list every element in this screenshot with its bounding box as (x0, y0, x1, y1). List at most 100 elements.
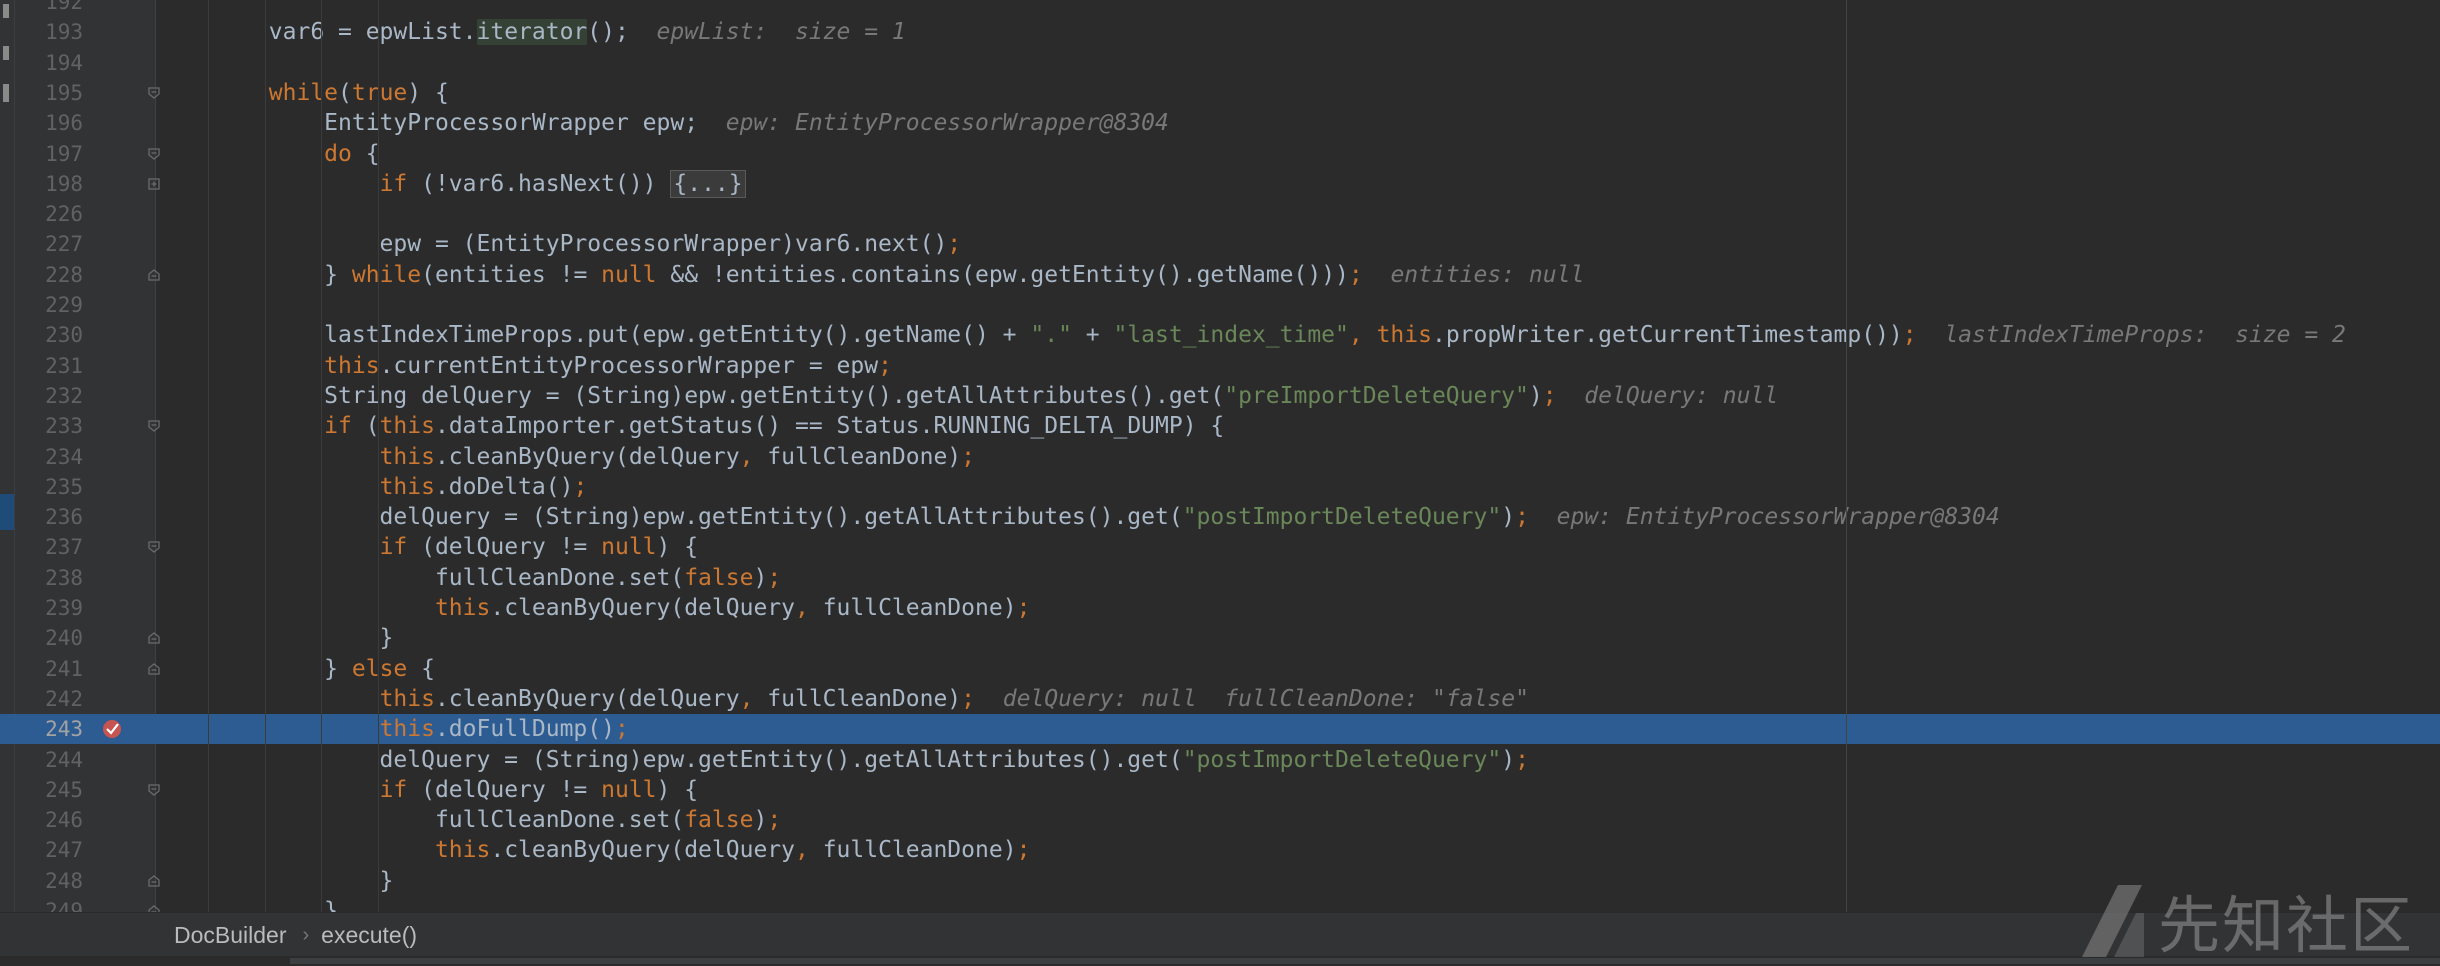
breakpoint-icon[interactable] (101, 718, 123, 740)
line-number[interactable]: 234 (15, 442, 83, 472)
code-text[interactable]: if (delQuery != null) { (158, 775, 699, 805)
code-line[interactable]: 192 (0, 0, 2440, 17)
code-line[interactable]: 229 (0, 290, 2440, 320)
code-line[interactable]: 247 this.cleanByQuery(delQuery, fullClea… (0, 835, 2440, 865)
horizontal-scrollbar[interactable] (0, 956, 2440, 966)
code-text[interactable]: } else { (158, 654, 435, 684)
code-line[interactable]: 233 if (this.dataImporter.getStatus() ==… (0, 411, 2440, 441)
line-number[interactable]: 240 (15, 623, 83, 653)
code-text[interactable]: if (delQuery != null) { (158, 532, 699, 562)
code-text[interactable]: while(true) { (158, 78, 449, 108)
code-text[interactable]: this.cleanByQuery(delQuery, fullCleanDon… (158, 442, 975, 472)
line-number[interactable]: 194 (15, 48, 83, 78)
line-number[interactable]: 248 (15, 866, 83, 896)
line-number[interactable]: 239 (15, 593, 83, 623)
code-text[interactable]: fullCleanDone.set(false); (158, 805, 781, 835)
code-text[interactable]: fullCleanDone.set(false); (158, 563, 781, 593)
code-line[interactable]: 242 this.cleanByQuery(delQuery, fullClea… (0, 684, 2440, 714)
code-line[interactable]: 196 EntityProcessorWrapper epw; epw: Ent… (0, 108, 2440, 138)
line-number[interactable]: 226 (15, 199, 83, 229)
line-number[interactable]: 230 (15, 320, 83, 350)
line-number[interactable]: 193 (15, 17, 83, 47)
code-line[interactable]: 240 } (0, 623, 2440, 653)
code-line[interactable]: 235 this.doDelta(); (0, 472, 2440, 502)
line-number[interactable]: 231 (15, 351, 83, 381)
line-number[interactable]: 192 (15, 0, 83, 17)
code-line[interactable]: 245 if (delQuery != null) { (0, 775, 2440, 805)
line-number[interactable]: 232 (15, 381, 83, 411)
code-text[interactable]: } (158, 866, 394, 896)
line-number[interactable]: 237 (15, 532, 83, 562)
code-text[interactable]: String delQuery = (String)epw.getEntity(… (158, 381, 1778, 411)
code-text[interactable]: delQuery = (String)epw.getEntity().getAl… (158, 745, 1529, 775)
line-number[interactable]: 229 (15, 290, 83, 320)
code-text[interactable]: } (158, 896, 338, 912)
line-number[interactable]: 198 (15, 169, 83, 199)
code-token: (delQuery != (407, 776, 602, 803)
code-line[interactable]: 230 lastIndexTimeProps.put(epw.getEntity… (0, 320, 2440, 350)
line-number[interactable]: 244 (15, 745, 83, 775)
code-editor[interactable]: 192 193 var6 = epwList.iterator(); epwLis… (0, 0, 2440, 912)
current-execution-line[interactable]: 243 this.doFullDump(); (0, 714, 2440, 745)
line-number[interactable]: 196 (15, 108, 83, 138)
code-token: fullCleanDone) (767, 443, 962, 470)
line-number[interactable]: 233 (15, 411, 83, 441)
code-text[interactable]: EntityProcessorWrapper epw; epw: EntityP… (158, 108, 1169, 138)
line-number[interactable]: 249 (15, 896, 83, 912)
line-number[interactable]: 235 (15, 472, 83, 502)
code-line[interactable]: 232 String delQuery = (String)epw.getEnt… (0, 381, 2440, 411)
code-line[interactable]: 237 if (delQuery != null) { (0, 532, 2440, 562)
line-number[interactable]: 246 (15, 805, 83, 835)
code-line[interactable]: 231 this.currentEntityProcessorWrapper =… (0, 351, 2440, 381)
breadcrumb-class[interactable]: DocBuilder (174, 913, 287, 957)
code-text[interactable]: this.cleanByQuery(delQuery, fullCleanDon… (158, 835, 1030, 865)
code-text[interactable]: this.cleanByQuery(delQuery, fullCleanDon… (158, 684, 1529, 714)
code-text[interactable]: var6 = epwList.iterator(); epwList: size… (158, 17, 906, 47)
code-text[interactable]: do { (158, 139, 379, 169)
code-text[interactable]: this.cleanByQuery(delQuery, fullCleanDon… (158, 593, 1030, 623)
code-line[interactable]: 249 } (0, 896, 2440, 912)
code-line[interactable]: 246 fullCleanDone.set(false); (0, 805, 2440, 835)
code-text[interactable]: lastIndexTimeProps.put(epw.getEntity().g… (158, 320, 2346, 350)
code-line[interactable]: 193 var6 = epwList.iterator(); epwList: … (0, 17, 2440, 47)
line-number[interactable]: 228 (15, 260, 83, 290)
inline-debug-value: epw: EntityProcessorWrapper@8304 (725, 110, 1169, 137)
code-line[interactable]: 238 fullCleanDone.set(false); (0, 563, 2440, 593)
code-line[interactable]: 228 } while(entities != null && !entitie… (0, 260, 2440, 290)
code-text[interactable]: this.doFullDump(); (158, 714, 629, 744)
code-line[interactable]: 194 (0, 48, 2440, 78)
line-number[interactable]: 241 (15, 654, 83, 684)
code-text[interactable]: if (this.dataImporter.getStatus() == Sta… (158, 411, 1224, 441)
line-number[interactable]: 247 (15, 835, 83, 865)
code-text[interactable]: this.doDelta(); (158, 472, 588, 502)
code-text[interactable]: epw = (EntityProcessorWrapper)var6.next(… (158, 229, 962, 259)
code-line[interactable]: 226 (0, 199, 2440, 229)
code-line[interactable]: 234 this.cleanByQuery(delQuery, fullClea… (0, 442, 2440, 472)
code-line[interactable]: 239 this.cleanByQuery(delQuery, fullClea… (0, 593, 2440, 623)
code-text[interactable]: } while(entities != null && !entities.co… (158, 260, 1584, 290)
line-number[interactable]: 238 (15, 563, 83, 593)
breadcrumb-method[interactable]: execute() (321, 913, 417, 957)
code-token: } (158, 261, 352, 288)
line-number[interactable]: 227 (15, 229, 83, 259)
code-text[interactable]: } (158, 623, 394, 653)
code-line[interactable]: 248 } (0, 866, 2440, 896)
code-line[interactable]: 198 if (!var6.hasNext()) {...} (0, 169, 2440, 199)
code-text[interactable]: delQuery = (String)epw.getEntity().getAl… (158, 502, 2000, 532)
code-token: delQuery = (String)epw.getEntity().getAl… (158, 746, 1183, 773)
line-number[interactable]: 197 (15, 139, 83, 169)
line-number[interactable]: 245 (15, 775, 83, 805)
folded-code-region[interactable]: {...} (670, 169, 746, 198)
code-line[interactable]: 241 } else { (0, 654, 2440, 684)
code-line[interactable]: 195 while(true) { (0, 78, 2440, 108)
line-number[interactable]: 242 (15, 684, 83, 714)
line-number[interactable]: 195 (15, 78, 83, 108)
code-line[interactable]: 227 epw = (EntityProcessorWrapper)var6.n… (0, 229, 2440, 259)
code-text[interactable]: if (!var6.hasNext()) {...} (158, 169, 746, 199)
code-line[interactable]: 236 delQuery = (String)epw.getEntity().g… (0, 502, 2440, 532)
line-number[interactable]: 236 (15, 502, 83, 532)
code-text[interactable]: this.currentEntityProcessorWrapper = epw… (158, 351, 892, 381)
code-line[interactable]: 197 do { (0, 139, 2440, 169)
code-line[interactable]: 244 delQuery = (String)epw.getEntity().g… (0, 745, 2440, 775)
line-number[interactable]: 243 (15, 714, 83, 744)
